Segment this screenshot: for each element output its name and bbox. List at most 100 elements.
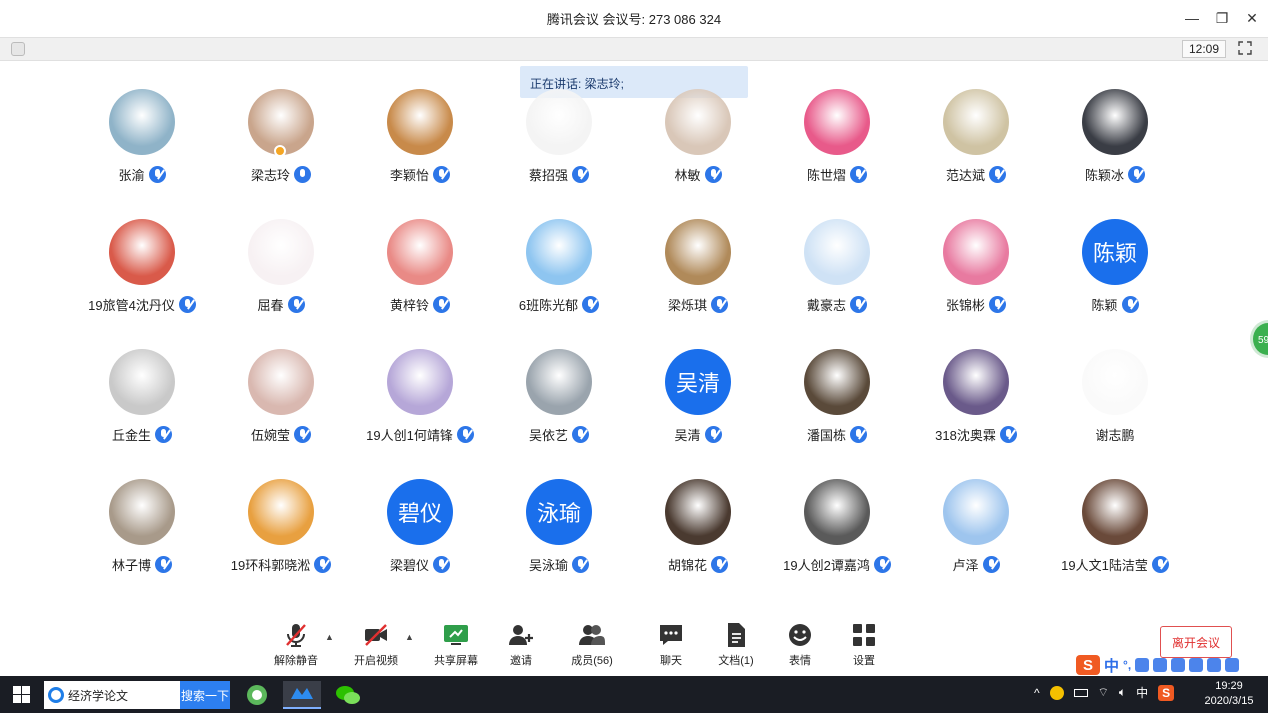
participant-avatar: [248, 479, 314, 545]
participant-name: 梁碧仪: [389, 558, 429, 573]
participant-name: 19人创1何靖锋: [366, 428, 453, 443]
leave-meeting-button[interactable]: 离开会议: [1160, 626, 1232, 658]
meeting-info-bar: 12:09: [0, 37, 1268, 61]
restore-icon[interactable]: ❐: [1214, 8, 1230, 28]
participant-avatar: [109, 479, 175, 545]
participant-name: 梁烁琪: [667, 298, 707, 313]
participant-avatar: 陈颖: [1082, 219, 1148, 285]
participant-tile[interactable]: 19人文1陆洁莹: [1050, 479, 1180, 589]
windows-start-icon[interactable]: [13, 686, 30, 703]
participant-name: 卢泽: [952, 558, 979, 573]
participant-avatar: [804, 219, 870, 285]
taskbar-search-input[interactable]: 经济学论文: [44, 681, 180, 709]
documents-button[interactable]: 文档(1): [703, 622, 769, 672]
mic-muted-icon: [711, 556, 728, 573]
battery-icon[interactable]: [1073, 688, 1088, 697]
participant-name: 318沈奥霖: [935, 428, 996, 443]
participant-name: 戴豪志: [806, 298, 846, 313]
minimize-icon[interactable]: —: [1184, 8, 1200, 28]
participant-avatar: [943, 89, 1009, 155]
ime-punctuation[interactable]: °,: [1123, 658, 1131, 672]
side-counter-badge[interactable]: 59: [1250, 320, 1268, 358]
mic-muted-icon: [155, 426, 172, 443]
participant-avatar: 吴清: [665, 349, 731, 415]
participant-tile[interactable]: 陈颖冰: [1050, 89, 1180, 199]
participant-name-row: 谢志鹏: [1010, 425, 1220, 444]
video-button[interactable]: 开启视频: [343, 622, 409, 672]
ime-toolbar: S 中 °,: [1076, 655, 1268, 675]
share-screen-icon: [444, 625, 468, 645]
ime-toolbox-icon[interactable]: [1225, 658, 1240, 672]
unmute-button[interactable]: 解除静音: [263, 622, 329, 672]
tray-expand-icon[interactable]: ^: [1034, 686, 1040, 700]
mic-muted-icon: [433, 166, 450, 183]
participant-avatar: [943, 219, 1009, 285]
participant-name: 张锦彬: [945, 298, 985, 313]
participant-avatar: [665, 89, 731, 155]
mic-muted-icon: [433, 296, 450, 313]
mic-muted-icon: [704, 426, 722, 443]
taskbar-browser-icon[interactable]: [238, 681, 276, 709]
close-icon[interactable]: ✕: [1244, 8, 1260, 28]
ime-skin-icon[interactable]: [1207, 658, 1222, 672]
invite-button[interactable]: 邀请: [488, 622, 554, 672]
participant-name: 19环科郭晓淞: [230, 558, 311, 573]
chat-icon: [660, 625, 682, 645]
ime-emoji-icon[interactable]: [1135, 658, 1150, 672]
mic-muted-icon: [572, 426, 589, 443]
video-options-caret-icon[interactable]: ▲: [405, 632, 414, 642]
participant-name: 丘金生: [111, 428, 151, 443]
tray-app-icon[interactable]: [1049, 685, 1064, 700]
settings-button[interactable]: 设置: [831, 622, 897, 672]
participant-name: 陈世熠: [806, 168, 846, 183]
chat-button[interactable]: 聊天: [638, 622, 704, 672]
participant-avatar: [248, 349, 314, 415]
participant-avatar: [387, 89, 453, 155]
participant-avatar: [943, 479, 1009, 545]
participant-avatar: [1082, 89, 1148, 155]
participant-name: 谢志鹏: [1095, 428, 1135, 443]
participant-name-row: 陈颖: [1010, 295, 1220, 314]
participant-avatar: [248, 219, 314, 285]
ie-icon: [48, 687, 64, 703]
volume-icon[interactable]: 🔈︎: [1119, 685, 1126, 700]
tray-language[interactable]: 中: [1136, 684, 1148, 701]
wifi-icon[interactable]: ⌔: [1098, 685, 1109, 700]
mic-muted-icon: [287, 296, 305, 313]
taskbar-clock[interactable]: 19:29 2020/3/15: [1196, 679, 1262, 709]
ime-mode[interactable]: 中: [1104, 655, 1119, 676]
taskbar-search-button[interactable]: 搜索一下: [180, 681, 230, 709]
participant-avatar: [665, 479, 731, 545]
participant-name: 屈春: [257, 298, 284, 313]
participant-avatar: [526, 89, 592, 155]
grid-settings-icon: [853, 624, 875, 646]
participant-tile[interactable]: 谢志鹏: [1050, 349, 1180, 459]
participant-name: 林敏: [674, 168, 701, 183]
ime-user-icon[interactable]: [1189, 658, 1204, 672]
members-button[interactable]: 成员(56): [559, 622, 625, 672]
mic-muted-icon: [155, 556, 172, 573]
reactions-button[interactable]: 表情: [767, 622, 833, 672]
taskbar-tencent-meeting-icon[interactable]: [283, 681, 321, 709]
participant-name: 吴清: [674, 428, 701, 443]
ime-keyboard-icon[interactable]: [1171, 658, 1186, 672]
participant-name: 陈颖冰: [1084, 168, 1124, 183]
window-titlebar: 腾讯会议 会议号: 273 086 324 — ❐ ✕: [0, 0, 1268, 37]
participant-avatar: [109, 349, 175, 415]
shield-icon[interactable]: [11, 42, 25, 56]
fullscreen-icon[interactable]: [1238, 41, 1252, 55]
sogou-ime-icon[interactable]: S: [1076, 655, 1100, 675]
windows-taskbar: 经济学论文 搜索一下 ^ ⌔ 🔈︎ 中 S 19:29 2020/3/15: [0, 676, 1268, 713]
audio-options-caret-icon[interactable]: ▲: [325, 632, 334, 642]
mic-muted-icon: [286, 624, 306, 647]
participant-tile[interactable]: 陈颖 陈颖: [1050, 219, 1180, 329]
taskbar-wechat-icon[interactable]: [329, 681, 367, 709]
participant-avatar: [387, 219, 453, 285]
participant-name-row: 陈颖冰: [1010, 165, 1220, 184]
tray-sogou-icon[interactable]: S: [1158, 684, 1175, 701]
share-screen-button[interactable]: 共享屏幕: [423, 622, 489, 672]
participant-name: 潘国栋: [806, 428, 846, 443]
system-tray: ^ ⌔ 🔈︎ 中 S: [1034, 684, 1175, 701]
participant-avatar: [387, 349, 453, 415]
ime-voice-icon[interactable]: [1153, 658, 1168, 672]
